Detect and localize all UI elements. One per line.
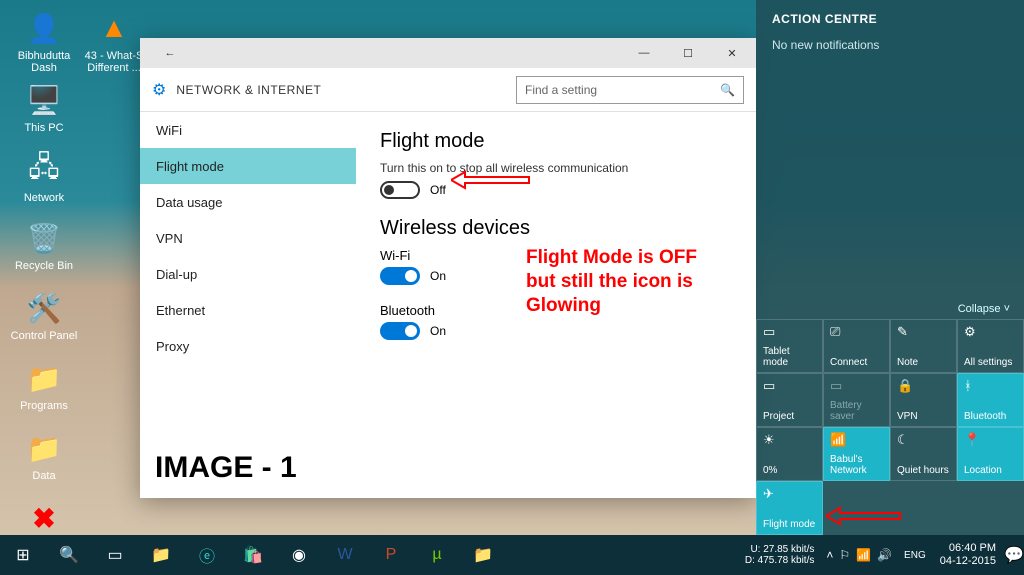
desktop-icon-user[interactable]: 👤Bibhudutta Dash <box>8 8 80 74</box>
taskbar: ⊞ 🔍 ▭ 📁 ⓔ 🛍️ ◉ W P µ 📁 U: 27.85 kbit/s D… <box>0 535 1024 575</box>
tray-up-icon[interactable]: ˄ <box>826 548 833 562</box>
sidebar-item-wifi[interactable]: WiFi <box>140 112 356 148</box>
tile-bluetooth[interactable]: ᚼBluetooth <box>957 373 1024 427</box>
sidebar-item-proxy[interactable]: Proxy <box>140 328 356 364</box>
desktop-icon-programs[interactable]: 📁Programs <box>8 358 80 412</box>
settings-window: ← — ☐ ✕ ⚙ NETWORK & INTERNET Find a sett… <box>140 38 756 498</box>
wireless-heading: Wireless devices <box>380 217 732 240</box>
tile-tablet-mode[interactable]: ▭Tablet mode <box>756 319 823 373</box>
search-input[interactable]: Find a setting 🔍 <box>516 76 744 104</box>
edge-icon[interactable]: ⓔ <box>184 535 230 575</box>
network-stats: U: 27.85 kbit/s D: 475.78 kbit/s <box>739 544 820 566</box>
desktop-icon-this-pc[interactable]: 🖥️This PC <box>8 80 80 134</box>
page-title: NETWORK & INTERNET <box>176 83 516 97</box>
wifi-toggle[interactable] <box>380 267 420 285</box>
clock[interactable]: 06:40 PM 04-12-2015 <box>932 542 1004 567</box>
wifi-tray-icon[interactable]: 📶 <box>856 548 871 562</box>
flight-mode-heading: Flight mode <box>380 130 732 153</box>
start-button[interactable]: ⊞ <box>0 535 46 575</box>
annotation-arrow-2 <box>826 506 902 529</box>
tile-quiet-hours[interactable]: ☾Quiet hours <box>890 427 957 481</box>
tile-battery-saver[interactable]: ▭Battery saver <box>823 373 890 427</box>
gear-icon: ⚙ <box>152 80 166 100</box>
bluetooth-toggle[interactable] <box>380 322 420 340</box>
settings-content: Flight mode Turn this on to stop all wir… <box>356 112 756 498</box>
explorer-active-icon[interactable]: 📁 <box>460 535 506 575</box>
ppt-icon[interactable]: P <box>368 535 414 575</box>
tile-all-settings[interactable]: ⚙All settings <box>957 319 1024 373</box>
notifications-button[interactable]: 💬 <box>1004 535 1024 575</box>
desktop-icon-network[interactable]: 🖧Network <box>8 150 80 204</box>
desktop-icon-control-panel[interactable]: 🛠️Control Panel <box>8 288 80 342</box>
sidebar-item-ethernet[interactable]: Ethernet <box>140 292 356 328</box>
annotation-arrow-1 <box>451 170 531 190</box>
tile-project[interactable]: ▭Project <box>756 373 823 427</box>
system-tray[interactable]: ˄ ⚐ 📶 🔊 <box>820 548 898 562</box>
chrome-icon[interactable]: ◉ <box>276 535 322 575</box>
action-centre-message: No new notifications <box>756 30 1024 60</box>
collapse-button[interactable]: Collapse ˅ <box>756 299 1024 319</box>
volume-icon[interactable]: 🔊 <box>877 548 892 562</box>
utorrent-icon[interactable]: µ <box>414 535 460 575</box>
desktop-icon-recycle-bin[interactable]: 🗑️Recycle Bin <box>8 218 80 272</box>
close-button[interactable]: ✕ <box>710 38 754 68</box>
minimize-button[interactable]: — <box>622 38 666 68</box>
tile-note[interactable]: ✎Note <box>890 319 957 373</box>
sidebar-item-data-usage[interactable]: Data usage <box>140 184 356 220</box>
quick-action-tiles: ▭Tablet mode⎚Connect✎Note⚙All settings ▭P… <box>756 319 1024 535</box>
tile-flight-mode[interactable]: ✈Flight mode <box>756 481 823 535</box>
sidebar-item-dial-up[interactable]: Dial-up <box>140 256 356 292</box>
sidebar-item-flight-mode[interactable]: Flight mode <box>140 148 356 184</box>
window-titlebar[interactable]: ← — ☐ ✕ <box>140 38 756 68</box>
tile-connect[interactable]: ⎚Connect <box>823 319 890 373</box>
settings-header: ⚙ NETWORK & INTERNET Find a setting 🔍 <box>140 68 756 112</box>
action-centre: ACTION CENTRE No new notifications Colla… <box>756 0 1024 535</box>
tile-vpn[interactable]: 🔒VPN <box>890 373 957 427</box>
wifi-state: On <box>430 269 446 283</box>
settings-sidebar: WiFiFlight modeData usageVPNDial-upEther… <box>140 112 356 498</box>
search-button[interactable]: 🔍 <box>46 535 92 575</box>
bluetooth-state: On <box>430 324 446 338</box>
back-button[interactable]: ← <box>148 38 192 68</box>
desktop-icon-data[interactable]: 📁Data <box>8 428 80 482</box>
tile-babul-s-network[interactable]: 📶Babul's Network <box>823 427 890 481</box>
flight-mode-toggle[interactable] <box>380 181 420 199</box>
sidebar-item-vpn[interactable]: VPN <box>140 220 356 256</box>
store-icon[interactable]: 🛍️ <box>230 535 276 575</box>
maximize-button[interactable]: ☐ <box>666 38 710 68</box>
language-indicator[interactable]: ENG <box>898 550 932 561</box>
tile-location[interactable]: 📍Location <box>957 427 1024 481</box>
flight-mode-state: Off <box>430 183 446 197</box>
search-icon: 🔍 <box>720 83 735 97</box>
image-tag: IMAGE - 1 <box>155 451 297 485</box>
annotation-text: Flight Mode is OFF but still the icon is… <box>526 246 697 317</box>
flag-icon[interactable]: ⚐ <box>839 548 850 562</box>
flight-mode-desc: Turn this on to stop all wireless commun… <box>380 161 732 175</box>
task-view-button[interactable]: ▭ <box>92 535 138 575</box>
word-icon[interactable]: W <box>322 535 368 575</box>
tile-0-[interactable]: ☀0% <box>756 427 823 481</box>
action-centre-title: ACTION CENTRE <box>756 0 1024 30</box>
file-explorer-icon[interactable]: 📁 <box>138 535 184 575</box>
